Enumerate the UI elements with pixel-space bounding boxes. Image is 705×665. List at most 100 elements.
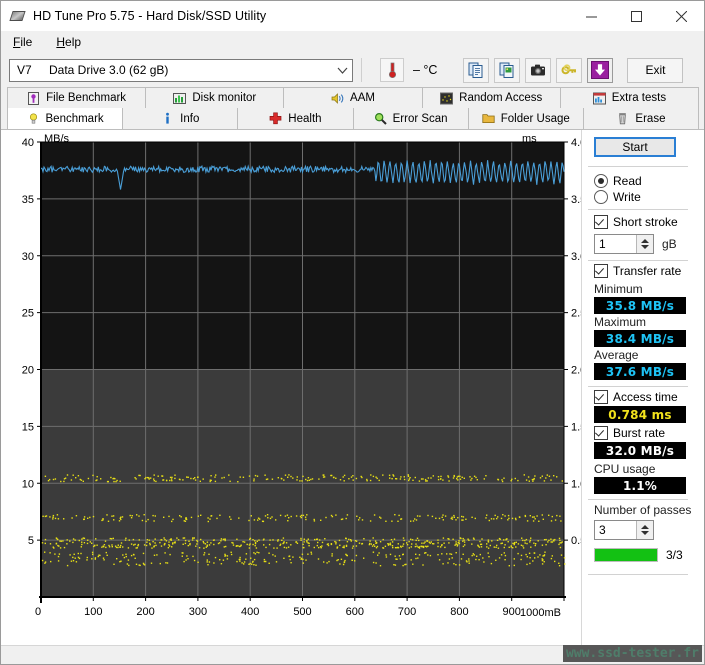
chart-y-axis-unit: MB/s — [44, 133, 69, 145]
progress-bar — [594, 548, 658, 562]
svg-text:100: 100 — [84, 606, 102, 618]
thermometer-icon[interactable] — [380, 58, 404, 82]
short-stroke-value: 1 — [595, 237, 636, 251]
extra-tests-icon — [593, 92, 606, 105]
tab-extra-tests[interactable]: Extra tests — [560, 87, 699, 108]
passes-stepper[interactable]: 3 — [594, 520, 654, 540]
tab-benchmark[interactable]: Benchmark — [7, 108, 123, 129]
lightbulb-icon — [27, 112, 40, 125]
tab-erase[interactable]: Erase — [583, 108, 699, 129]
tab-disk-monitor-label: Disk monitor — [192, 92, 256, 104]
copy-text-icon[interactable] — [463, 58, 489, 83]
exit-button[interactable]: Exit — [627, 58, 683, 83]
cpu-usage-label: CPU usage — [594, 462, 655, 476]
file-benchmark-icon — [27, 92, 40, 105]
start-button-label: Start — [622, 140, 647, 154]
progress-bar-fill — [595, 549, 657, 561]
info-icon — [161, 112, 174, 125]
disk-monitor-icon — [173, 92, 186, 105]
menu-bar: File Help — [1, 31, 704, 53]
progress-text: 3/3 — [666, 548, 683, 562]
chart-canvas[interactable]: 51015202530354000.501.001.502.002.503.00… — [1, 130, 581, 630]
access-time-value: 0.784 ms — [594, 406, 686, 423]
tab-erase-label: Erase — [635, 113, 665, 125]
transfer-rate-checkbox-indicator — [594, 264, 608, 278]
tab-folder-usage[interactable]: Folder Usage — [468, 108, 584, 129]
tab-health[interactable]: Health — [237, 108, 353, 129]
tab-folder-usage-label: Folder Usage — [501, 113, 570, 125]
average-label: Average — [594, 348, 638, 362]
passes-spin-up-icon[interactable] — [641, 525, 649, 529]
burst-rate-label: Burst rate — [613, 426, 665, 440]
random-access-icon — [440, 92, 453, 105]
maximum-label: Maximum — [594, 315, 646, 329]
keys-icon[interactable] — [556, 58, 582, 83]
tab-aam[interactable]: AAM — [283, 87, 422, 108]
checkbox-transfer-rate[interactable]: Transfer rate — [594, 264, 681, 278]
hard-disk-icon — [10, 8, 26, 24]
toolbar-divider — [361, 58, 362, 82]
copy-image-icon[interactable] — [494, 58, 520, 83]
passes-spin-down-icon[interactable] — [641, 531, 649, 535]
cpu-usage-value: 1.1% — [594, 477, 686, 494]
svg-text:0: 0 — [35, 606, 41, 618]
minimum-label: Minimum — [594, 282, 643, 296]
radio-read[interactable]: Read — [594, 174, 642, 188]
trash-icon — [616, 112, 629, 125]
checkbox-short-stroke[interactable]: Short stroke — [594, 215, 678, 229]
exit-button-label: Exit — [645, 63, 665, 77]
maximize-button[interactable] — [614, 1, 659, 31]
svg-text:700: 700 — [398, 606, 416, 618]
tab-extra-tests-label: Extra tests — [612, 92, 666, 104]
menu-help-label: elp — [65, 35, 81, 49]
radio-read-indicator — [594, 174, 608, 188]
tab-random-access-label: Random Access — [459, 92, 542, 104]
screenshot-camera-icon[interactable] — [525, 58, 551, 83]
tab-bar: File Benchmark Disk monitor AAM Random A… — [1, 87, 704, 129]
checkbox-burst-rate[interactable]: Burst rate — [594, 426, 665, 440]
menu-file-label: ile — [20, 35, 32, 49]
tab-info[interactable]: Info — [122, 108, 238, 129]
tab-error-scan[interactable]: Error Scan — [353, 108, 469, 129]
tab-file-benchmark[interactable]: File Benchmark — [7, 87, 146, 108]
spin-down-icon[interactable] — [641, 245, 649, 249]
close-button[interactable] — [659, 1, 704, 31]
minimize-button[interactable] — [569, 1, 614, 31]
short-stroke-spin-arrows[interactable] — [636, 235, 653, 253]
tab-random-access[interactable]: Random Access — [422, 87, 561, 108]
drive-name-label: Data Drive 3.0 (62 gB) — [49, 63, 332, 77]
health-cross-icon — [269, 112, 282, 125]
tab-disk-monitor[interactable]: Disk monitor — [145, 87, 284, 108]
svg-text:500: 500 — [293, 606, 311, 618]
menu-help[interactable]: Help — [52, 33, 91, 51]
svg-text:200: 200 — [136, 606, 154, 618]
short-stroke-stepper[interactable]: 1 — [594, 234, 654, 254]
short-stroke-unit: gB — [662, 237, 677, 251]
tab-row-upper: File Benchmark Disk monitor AAM Random A… — [7, 87, 698, 108]
radio-write[interactable]: Write — [594, 190, 641, 204]
download-arrow-icon[interactable] — [587, 58, 613, 83]
burst-rate-value: 32.0 MB/s — [594, 442, 686, 459]
minimum-value: 35.8 MB/s — [594, 297, 686, 314]
passes-spin-arrows[interactable] — [636, 521, 653, 539]
menu-file[interactable]: File — [9, 33, 42, 51]
spin-up-icon[interactable] — [641, 239, 649, 243]
drive-select[interactable]: V7 Data Drive 3.0 (62 gB) — [9, 59, 353, 82]
start-button[interactable]: Start — [594, 137, 676, 157]
svg-text:5: 5 — [28, 535, 34, 547]
svg-text:4.00: 4.00 — [571, 137, 581, 149]
svg-text:20: 20 — [22, 365, 34, 377]
tab-row-lower: Benchmark Info Health Error Scan — [7, 108, 698, 129]
passes-value: 3 — [595, 523, 636, 537]
checkbox-access-time[interactable]: Access time — [594, 390, 678, 404]
tab-health-label: Health — [288, 113, 321, 125]
svg-text:900: 900 — [503, 606, 521, 618]
divider-4 — [588, 386, 688, 387]
svg-text:30: 30 — [22, 251, 34, 263]
burst-rate-checkbox-indicator — [594, 426, 608, 440]
tab-info-label: Info — [180, 113, 199, 125]
svg-text:3.50: 3.50 — [571, 194, 581, 206]
svg-text:600: 600 — [346, 606, 364, 618]
benchmark-chart: MB/s ms 1000mB 51015202530354000.501.001… — [1, 130, 581, 645]
svg-text:40: 40 — [22, 137, 34, 149]
